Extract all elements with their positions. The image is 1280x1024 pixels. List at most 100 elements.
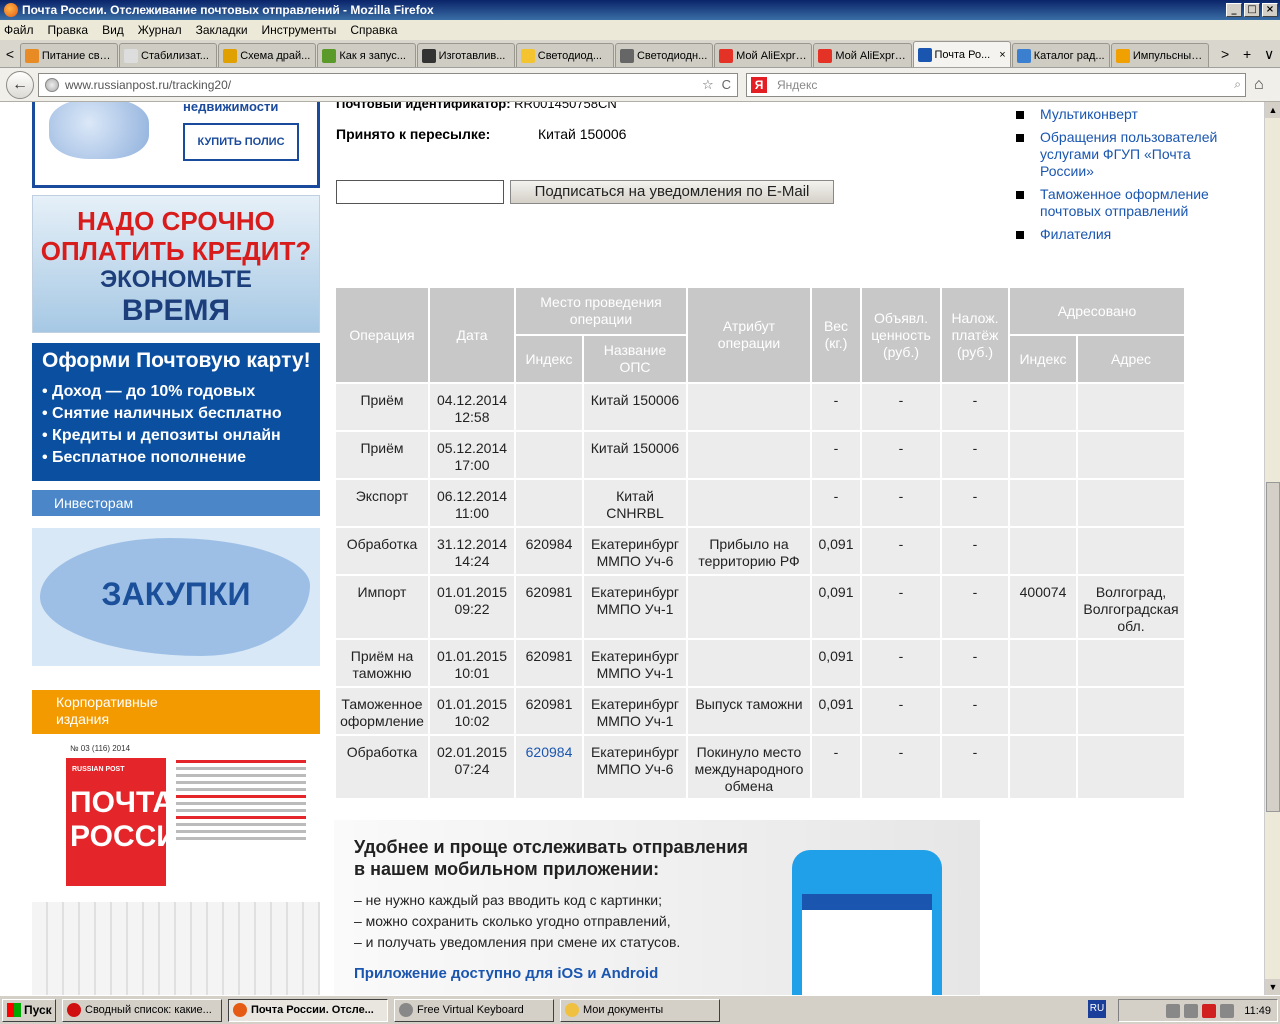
- postal-card-banner[interactable]: Оформи Почтовую карту! • Доход — до 10% …: [32, 343, 320, 481]
- menu-help[interactable]: Справка: [350, 23, 397, 37]
- close-button[interactable]: ×: [1262, 3, 1278, 17]
- cell-ops-name: Екатеринбург ММПО Уч-1: [584, 688, 686, 734]
- task-app-icon: [233, 1003, 247, 1017]
- menu-tools[interactable]: Инструменты: [262, 23, 337, 37]
- cell-date: 02.01.2015 07:24: [430, 736, 514, 798]
- url-bar[interactable]: www.russianpost.ru/tracking20/ ☆ C: [38, 72, 738, 97]
- menu-bookmarks[interactable]: Закладки: [196, 23, 248, 37]
- tab-close-icon[interactable]: ×: [999, 49, 1005, 61]
- right-menu-link[interactable]: Таможенное оформление почтовых отправлен…: [1040, 186, 1234, 220]
- yandex-icon[interactable]: Я: [751, 76, 767, 93]
- browser-tab[interactable]: Почта Ро... ×: [912, 41, 1011, 67]
- browser-tab[interactable]: Светодиодн...: [614, 43, 714, 67]
- bullet-icon: [1016, 191, 1024, 199]
- cell-attribute: Прибыло на территорию РФ: [688, 528, 810, 574]
- right-menu-link[interactable]: Мультиконверт: [1040, 106, 1138, 123]
- cell-address: [1078, 736, 1184, 798]
- maximize-button[interactable]: □: [1244, 3, 1260, 17]
- investors-link[interactable]: Инвесторам: [32, 490, 320, 516]
- cell-cod: -: [942, 432, 1008, 478]
- right-menu-item[interactable]: Филателия: [1014, 226, 1234, 243]
- page-content: недвижимости КУПИТЬ ПОЛИС НАДО СРОЧНО ОП…: [0, 102, 1264, 995]
- right-menu-link[interactable]: Обращения пользователей услугами ФГУП «П…: [1040, 129, 1234, 180]
- cell-weight: 0,091: [812, 528, 860, 574]
- volume-icon[interactable]: [1184, 1003, 1199, 1018]
- start-button[interactable]: Пуск: [2, 998, 56, 1022]
- postal-card-title: Оформи Почтовую карту!: [42, 349, 311, 372]
- language-indicator[interactable]: RU: [1088, 1000, 1106, 1018]
- app-available-link[interactable]: Приложение доступно для iOS и Android: [354, 965, 658, 982]
- index-link[interactable]: 620984: [526, 744, 573, 760]
- antivirus-icon[interactable]: [1202, 1003, 1217, 1018]
- corporate-publications-link[interactable]: Корпоративные издания: [32, 690, 320, 734]
- right-menu-item[interactable]: Таможенное оформление почтовых отправлен…: [1014, 186, 1234, 220]
- globe-icon: [45, 77, 59, 92]
- browser-tab[interactable]: Стабилизат...: [119, 43, 218, 67]
- taskbar-task[interactable]: Мои документы: [560, 998, 720, 1022]
- cell-address: [1078, 528, 1184, 574]
- mobile-app-banner[interactable]: Удобнее и проще отслеживать отправления …: [334, 820, 980, 995]
- header-cod: Налож. платёж (руб.): [942, 288, 1008, 382]
- url-text[interactable]: www.russianpost.ru/tracking20/: [65, 78, 694, 92]
- tab-favicon-icon: [619, 48, 634, 63]
- scroll-up-icon[interactable]: ▲: [1265, 102, 1280, 118]
- credit-banner[interactable]: НАДО СРОЧНО ОПЛАТИТЬ КРЕДИТ? ЭКОНОМЬТЕ В…: [32, 195, 320, 333]
- vertical-scrollbar[interactable]: ▲ ▼: [1264, 102, 1280, 995]
- header-operation: Операция: [336, 288, 428, 382]
- taskbar-task[interactable]: Сводный список: какие...: [62, 998, 222, 1022]
- tab-scroll-right-icon[interactable]: >: [1214, 46, 1236, 62]
- network-icon[interactable]: [1166, 1003, 1181, 1018]
- cell-attribute: [688, 432, 810, 478]
- minimize-button[interactable]: _: [1226, 3, 1242, 17]
- scroll-thumb[interactable]: [1266, 482, 1280, 812]
- search-bar[interactable]: Я Яндекс ⌕: [746, 72, 1246, 97]
- browser-tab[interactable]: Как я запус...: [317, 43, 416, 67]
- tracking-table: Операция Дата Место проведения операции …: [334, 286, 1186, 800]
- reload-icon[interactable]: C: [722, 77, 731, 92]
- buy-policy-button[interactable]: КУПИТЬ ПОЛИС: [183, 123, 299, 161]
- insurance-banner[interactable]: недвижимости КУПИТЬ ПОЛИС: [32, 102, 320, 188]
- tab-label: Мой AliExpre...: [736, 49, 808, 62]
- search-icon[interactable]: ⌕: [1234, 77, 1241, 92]
- magazine-cover[interactable]: № 03 (116) 2014 RUSSIAN POST ПОЧТА РОССИ…: [66, 744, 316, 892]
- tab-list-icon[interactable]: ∨: [1258, 46, 1280, 63]
- cell-weight: -: [812, 432, 860, 478]
- right-menu-item[interactable]: Обращения пользователей услугами ФГУП «П…: [1014, 129, 1234, 180]
- browser-tab[interactable]: Мой AliExpre...: [813, 43, 912, 67]
- browser-tab[interactable]: Каталог рад...: [1011, 43, 1110, 67]
- right-menu-link[interactable]: Филателия: [1040, 226, 1111, 243]
- subscribe-email-button[interactable]: Подписаться на уведомления по E-Mail: [510, 180, 834, 204]
- menu-file[interactable]: Файл: [4, 23, 34, 37]
- cell-declared-value: -: [862, 576, 940, 638]
- browser-tab[interactable]: Питание све...: [19, 43, 118, 67]
- search-placeholder[interactable]: Яндекс: [777, 78, 1234, 92]
- scroll-down-icon[interactable]: ▼: [1265, 979, 1280, 995]
- tab-label: Изготавлив...: [438, 49, 506, 62]
- right-menu-item[interactable]: Мультиконверт: [1014, 106, 1234, 123]
- email-field[interactable]: [336, 180, 504, 204]
- taskbar: Пуск Сводный список: какие... Почта Росси…: [0, 995, 1280, 1024]
- cell-addr-index: [1010, 480, 1076, 526]
- menu-view[interactable]: Вид: [102, 23, 124, 37]
- home-icon[interactable]: ⌂: [1254, 76, 1264, 94]
- menu-history[interactable]: Журнал: [138, 23, 182, 37]
- back-button[interactable]: ←: [6, 70, 34, 99]
- cell-addr-index: 400074: [1010, 576, 1076, 638]
- cell-declared-value: -: [862, 384, 940, 430]
- tab-scroll-left-icon[interactable]: <: [0, 41, 20, 67]
- bookmark-star-icon[interactable]: ☆: [702, 77, 714, 93]
- browser-tab[interactable]: Светодиод...: [515, 43, 614, 67]
- taskbar-task[interactable]: Free Virtual Keyboard: [394, 998, 554, 1022]
- postal-card-item: • Бесплатное пополнение: [42, 449, 247, 466]
- tray-app-icon[interactable]: [1220, 1003, 1235, 1018]
- procurement-banner[interactable]: ЗАКУПКИ: [32, 528, 320, 666]
- browser-tab[interactable]: Схема драй...: [218, 43, 317, 67]
- browser-tab[interactable]: Мой AliExpre...: [714, 43, 813, 67]
- taskbar-task[interactable]: Почта России. Отсле...: [228, 998, 388, 1022]
- browser-tab[interactable]: Импульсный...: [1110, 43, 1210, 67]
- browser-tab[interactable]: Изготавлив...: [416, 43, 515, 67]
- menu-edit[interactable]: Правка: [48, 23, 89, 37]
- cell-date: 06.12.2014 11:00: [430, 480, 514, 526]
- new-tab-icon[interactable]: +: [1236, 46, 1258, 62]
- cell-ops-name: Екатеринбург ММПО Уч-1: [584, 640, 686, 686]
